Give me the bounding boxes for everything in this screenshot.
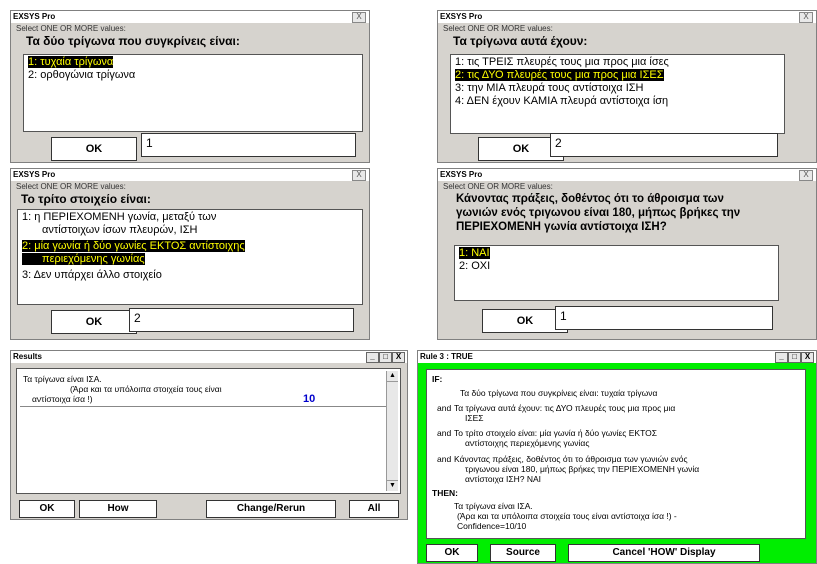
window-title: EXSYS Pro <box>440 170 483 179</box>
list-item-selected[interactable]: 1: ΝΑΙ <box>459 247 490 259</box>
if-label: IF: <box>432 374 443 384</box>
maximize-icon[interactable]: □ <box>788 352 801 363</box>
list-item[interactable]: 2: ορθογώνια τρίγωνα <box>26 69 360 82</box>
list-item-selected[interactable]: 2: μία γωνία ή δύο γωνίες ΕΚΤΟΣ αντίστοι… <box>20 240 360 266</box>
result-line: (Άρα και τα υπόλοιπα στοιχεία τους είναι <box>70 384 222 394</box>
list-item[interactable]: 2: ΟΧΙ <box>457 260 776 273</box>
cancel-how-display-button[interactable]: Cancel 'HOW' Display <box>568 544 760 562</box>
vertical-scrollbar[interactable]: ▲ ▼ <box>386 371 398 491</box>
list-item-selected[interactable]: 1: τυχαία τρίγωνα <box>28 56 114 68</box>
rule-condition-cont: αντίστοιχα ΙΣΗ? ΝΑΙ <box>465 474 542 484</box>
ok-button[interactable]: OK <box>19 500 75 518</box>
title-bar: EXSYS Pro X <box>438 169 816 181</box>
title-bar: EXSYS Pro X <box>11 11 369 23</box>
result-line: Τα τρίγωνα είναι ΙΣΑ. <box>23 374 102 384</box>
dialog-sides: EXSYS Pro X Select ONE OR MORE values: Τα… <box>437 10 817 163</box>
instruction-text: Select ONE OR MORE values: <box>443 24 553 33</box>
ok-button[interactable]: OK <box>51 137 137 161</box>
rule-condition-cont: ΙΣΕΣ <box>465 413 484 423</box>
close-icon[interactable]: X <box>799 170 813 181</box>
result-line: αντίστοιχα ίσα !) <box>32 394 93 404</box>
answer-input[interactable]: 2 <box>129 308 354 332</box>
list-item[interactable]: 1: τις ΤΡΕΙΣ πλευρές τους μια προς μια ί… <box>453 56 782 69</box>
close-icon[interactable]: X <box>799 12 813 23</box>
list-item[interactable]: 4: ΔΕΝ έχουν ΚΑΜΙΑ πλευρά αντίστοιχα ίση <box>453 95 782 108</box>
question-text: Κάνοντας πράξεις, δοθέντος ότι το άθροισ… <box>456 192 816 234</box>
minimize-icon[interactable]: _ <box>366 352 379 363</box>
list-item-selected[interactable]: 2: τις ΔΥΟ πλευρές τους μια προς μια ΙΣΕ… <box>455 69 664 81</box>
rule-conclusion: Confidence=10/10 <box>457 521 527 531</box>
scroll-up-icon[interactable]: ▲ <box>387 371 398 382</box>
close-icon[interactable]: X <box>352 12 366 23</box>
window-title: EXSYS Pro <box>13 12 56 21</box>
maximize-icon[interactable]: □ <box>379 352 392 363</box>
answer-input[interactable]: 2 <box>550 133 778 157</box>
answer-input[interactable]: 1 <box>141 133 356 157</box>
close-icon[interactable]: X <box>352 170 366 181</box>
list-item[interactable]: 1: η ΠΕΡΙΕΧΟΜΕΝΗ γωνία, μεταξύ των αντίσ… <box>20 211 360 237</box>
window-title: Rule 3 : TRUE <box>420 352 473 361</box>
list-item[interactable]: 3: Δεν υπάρχει άλλο στοιχείο <box>20 269 360 282</box>
question-line: γωνιών ενός τριγωνου είναι 180, μήπως βρ… <box>456 207 741 219</box>
options-list[interactable]: 1: τυχαία τρίγωνα 2: ορθογώνια τρίγωνα <box>23 54 363 132</box>
rule-conclusion: Τα τρίγωνα είναι ΙΣΑ. <box>454 501 533 511</box>
dialog-included-angle: EXSYS Pro X Select ONE OR MORE values: Κά… <box>437 168 817 340</box>
question-text: Το τρίτο στοιχείο είναι: <box>21 192 151 206</box>
options-list[interactable]: 1: ΝΑΙ 2: ΟΧΙ <box>454 245 779 301</box>
title-bar: Results _ □ X <box>11 351 407 363</box>
change-rerun-button[interactable]: Change/Rerun <box>206 500 336 518</box>
rule-condition-cont: αντίστοιχης περιεχόμενης γωνίας <box>465 438 590 448</box>
source-button[interactable]: Source <box>490 544 556 562</box>
and-label: and <box>437 403 452 413</box>
how-button[interactable]: How <box>79 500 157 518</box>
question-line: ΠΕΡΙΕΧΟΜΕΝΗ γωνία αντίστοιχα ΙΣΗ? <box>456 221 667 233</box>
close-icon[interactable]: X <box>801 352 814 363</box>
all-button[interactable]: All <box>349 500 399 518</box>
instruction-text: Select ONE OR MORE values: <box>16 182 126 191</box>
results-window: Results _ □ X Τα τρίγωνα είναι ΙΣΑ. (Άρα… <box>10 350 408 520</box>
list-item-line: περιεχόμενης γωνίας <box>22 253 145 265</box>
title-bar: Rule 3 : TRUE _ □ X <box>418 351 816 363</box>
rule-condition: Τα δύο τρίγωνα που συγκρίνεις είναι: τυχ… <box>460 388 658 398</box>
answer-input[interactable]: 1 <box>555 306 773 330</box>
rule-condition-cont: τριγωνου είναι 180, μήπως βρήκες την ΠΕΡ… <box>465 464 700 474</box>
list-item-line: 2: μία γωνία ή δύο γωνίες ΕΚΤΟΣ αντίστοι… <box>22 240 245 252</box>
window-title: EXSYS Pro <box>440 12 483 21</box>
rule-window: Rule 3 : TRUE _ □ X IF: Τα δύο τρίγωνα π… <box>417 350 817 564</box>
window-title: EXSYS Pro <box>13 170 56 179</box>
options-list[interactable]: 1: τις ΤΡΕΙΣ πλευρές τους μια προς μια ί… <box>450 54 785 134</box>
and-label: and <box>437 428 452 438</box>
dialog-triangle-type: EXSYS Pro X Select ONE OR MORE values: Τα… <box>10 10 370 163</box>
question-text: Τα τρίγωνα αυτά έχουν: <box>453 34 588 48</box>
options-list[interactable]: 1: η ΠΕΡΙΕΧΟΜΕΝΗ γωνία, μεταξύ των αντίσ… <box>17 209 363 305</box>
rule-conclusion: (Άρα και τα υπόλοιπα στοιχεία τους είναι… <box>457 511 677 521</box>
results-content: Τα τρίγωνα είναι ΙΣΑ. (Άρα και τα υπόλοι… <box>16 368 401 494</box>
question-text: Τα δύο τρίγωνα που συγκρίνεις είναι: <box>26 34 240 48</box>
ok-button[interactable]: OK <box>426 544 478 562</box>
list-item-line: αντίστοιχων ίσων πλευρών, ΙΣΗ <box>42 224 198 236</box>
list-item-line: 1: η ΠΕΡΙΕΧΟΜΕΝΗ γωνία, μεταξύ των <box>22 211 217 223</box>
close-icon[interactable]: X <box>392 352 405 363</box>
rule-condition: Τα τρίγωνα αυτά έχουν: τις ΔΥΟ πλευρές τ… <box>454 403 676 413</box>
title-bar: EXSYS Pro X <box>11 169 369 181</box>
list-item[interactable]: 3: την ΜΙΑ πλευρά τους αντίστοιχα ΙΣΗ <box>453 82 782 95</box>
then-label: THEN: <box>432 488 458 498</box>
instruction-text: Select ONE OR MORE values: <box>443 182 553 191</box>
window-title: Results <box>13 352 42 361</box>
instruction-text: Select ONE OR MORE values: <box>16 24 126 33</box>
and-label: and <box>437 454 452 464</box>
minimize-icon[interactable]: _ <box>775 352 788 363</box>
confidence-value: 10 <box>303 393 316 405</box>
title-bar: EXSYS Pro X <box>438 11 816 23</box>
rule-condition: Το τρίτο στοιχείο είναι: μία γωνία ή δύο… <box>454 428 657 438</box>
ok-button[interactable]: OK <box>51 310 137 334</box>
rule-condition: Κάνοντας πράξεις, δοθέντος ότι το άθροισ… <box>454 454 688 464</box>
question-line: Κάνοντας πράξεις, δοθέντος ότι το άθροισ… <box>456 193 724 205</box>
result-item[interactable]: Τα τρίγωνα είναι ΙΣΑ. (Άρα και τα υπόλοι… <box>20 372 386 407</box>
dialog-third-element: EXSYS Pro X Select ONE OR MORE values: Το… <box>10 168 370 340</box>
rule-content: IF: Τα δύο τρίγωνα που συγκρίνεις είναι:… <box>426 369 806 539</box>
scroll-down-icon[interactable]: ▼ <box>387 480 398 491</box>
